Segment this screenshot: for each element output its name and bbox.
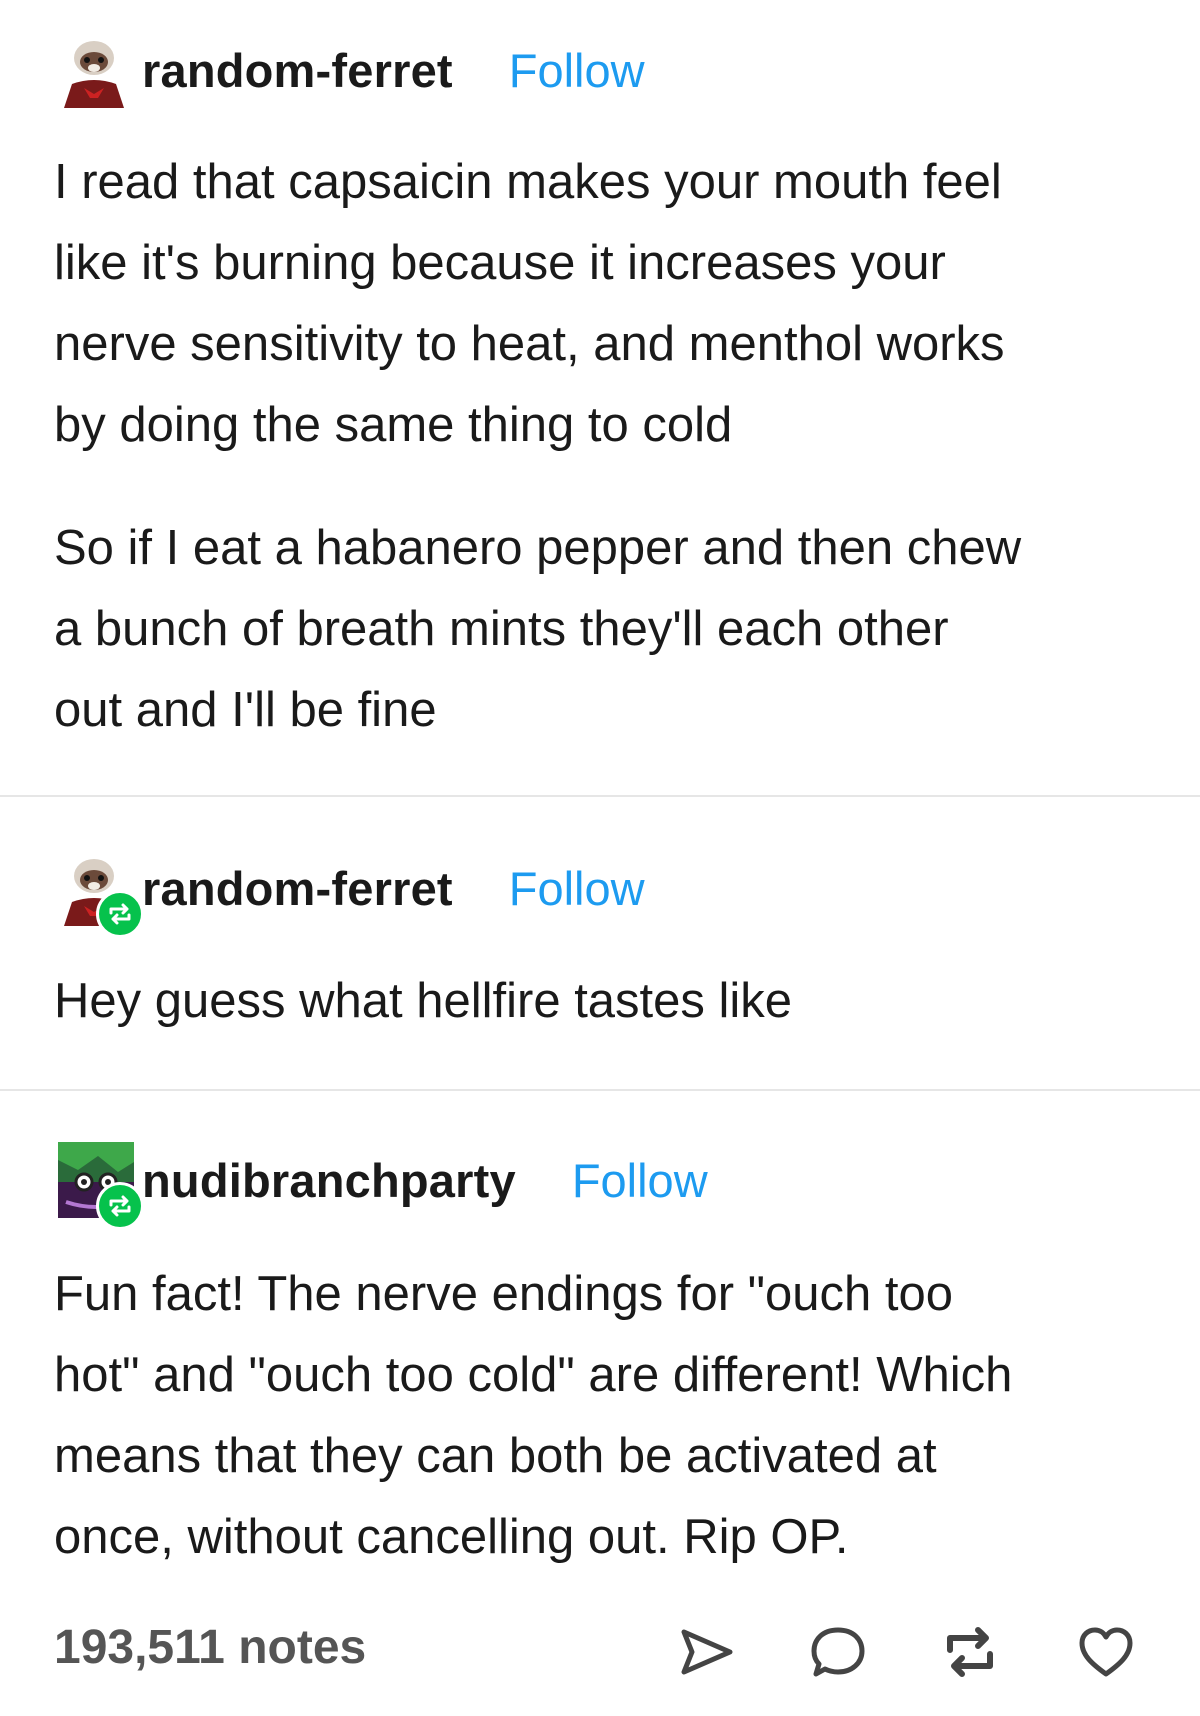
notes-count[interactable]: 193,511 notes (54, 1620, 366, 1675)
post-line: Fun fact! The nerve endings for "ouch to… (54, 1267, 954, 1321)
post-body: Hey guess what hellfire tastes like (54, 961, 1174, 1042)
send-icon[interactable] (676, 1622, 736, 1682)
post-line: once, without cancelling out. Rip OP. (54, 1510, 849, 1564)
heart-icon[interactable] (1076, 1622, 1136, 1682)
post-line: I read that capsaicin makes your mouth f… (54, 155, 1002, 209)
post-line: by doing the same thing to cold (54, 398, 733, 452)
divider (0, 795, 1200, 797)
post-body: Fun fact! The nerve endings for "ouch to… (54, 1254, 1174, 1578)
post-body: I read that capsaicin makes your mouth f… (54, 142, 1174, 466)
post-line: a bunch of breath mints they'll each oth… (54, 602, 949, 656)
comment-icon[interactable] (808, 1622, 868, 1682)
post-line: means that they can both be activated at (54, 1429, 937, 1483)
reblog-badge-icon (96, 1182, 144, 1230)
post-reblog-1: random-ferret Follow Hey guess what hell… (0, 800, 1200, 1090)
reblog-icon[interactable] (940, 1622, 1000, 1682)
avatar[interactable] (54, 850, 144, 938)
reblog-badge-icon (96, 890, 144, 938)
post-reblog-2: nudibranchparty Follow Fun fact! The ner… (0, 1090, 1200, 1600)
post-line: Hey guess what hellfire tastes like (54, 974, 793, 1028)
username[interactable]: random-ferret (142, 861, 453, 916)
ferret-avatar-icon (58, 32, 128, 108)
post-body-2: So if I eat a habanero pepper and then c… (54, 508, 1174, 751)
post-footer: 193,511 notes (0, 1600, 1200, 1700)
username[interactable]: nudibranchparty (142, 1153, 516, 1208)
post-line: hot" and "ouch too cold" are different! … (54, 1348, 1013, 1402)
post-line: out and I'll be fine (54, 683, 437, 737)
post-header: random-ferret Follow (54, 30, 645, 110)
avatar[interactable] (54, 1142, 144, 1230)
follow-button[interactable]: Follow (509, 861, 645, 916)
post-header: random-ferret Follow (54, 848, 645, 938)
follow-button[interactable]: Follow (572, 1153, 708, 1208)
username[interactable]: random-ferret (142, 43, 453, 98)
post-line: like it's burning because it increases y… (54, 236, 946, 290)
post-original: random-ferret Follow I read that capsaic… (0, 0, 1200, 800)
post-line: So if I eat a habanero pepper and then c… (54, 521, 1022, 575)
follow-button[interactable]: Follow (509, 43, 645, 98)
avatar[interactable] (54, 32, 130, 108)
post-line: nerve sensitivity to heat, and menthol w… (54, 317, 1005, 371)
post-header: nudibranchparty Follow (54, 1140, 708, 1230)
